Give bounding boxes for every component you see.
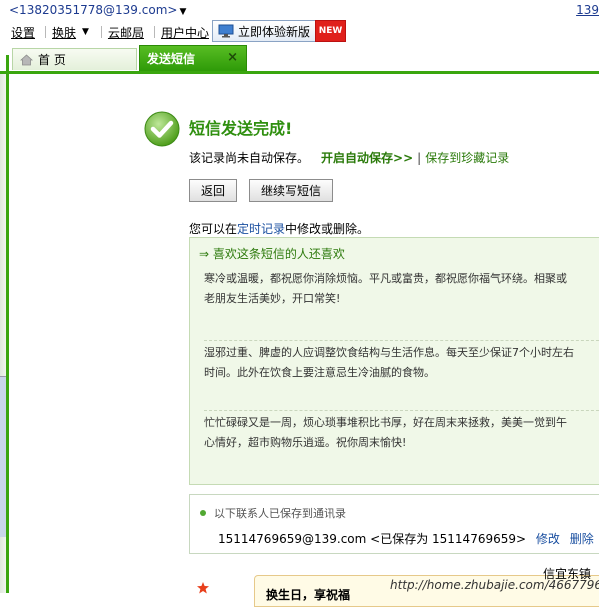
caret-down-icon[interactable]: ▼ [179,7,186,17]
dashed-divider [204,340,599,341]
tab-home[interactable]: 首 页 [12,48,137,70]
tab-underline [0,71,599,74]
left-border [6,55,9,593]
promo-card-text: 换生日，享祝福 [266,588,351,602]
divider [100,26,102,38]
divider [45,26,47,38]
saved-contacts-heading: 以下联系人已保存到通讯录 [200,505,346,521]
saved-contacts-box: 以下联系人已保存到通讯录 15114769659@139.com <已保存为 1… [189,494,599,554]
edit-note: 您可以在定时记录中修改或删除。 [189,222,370,236]
try-new-version-button[interactable]: 立即体验新版 NEW [212,20,346,42]
success-title: 短信发送完成! [189,119,293,138]
divider [153,26,155,38]
tab-send-sms[interactable]: 发送短信 × [139,45,247,71]
close-icon[interactable]: × [227,50,238,65]
edit-contact-link[interactable]: 修改 [536,532,560,546]
enable-auto-save-link[interactable]: 开启自动保存>> [321,149,413,166]
left-scrollbar[interactable] [0,376,6,537]
scheduled-records-link[interactable]: 定时记录 [237,222,285,236]
check-circle-icon [144,111,180,147]
save-note: 该记录尚未自动保存。 [189,151,310,165]
menu-skin[interactable]: 换肤 [52,24,76,41]
tab-home-label: 首 页 [38,53,66,67]
tab-bar: 首 页 发送短信 × [0,45,599,71]
monitor-icon [218,24,234,38]
contact-entry: 15114769659@139.com <已保存为 15114769659> 修… [218,530,594,547]
menu-user-center[interactable]: 用户中心 [161,24,209,41]
delete-contact-link[interactable]: 删除 [570,532,594,546]
caret-down-icon[interactable]: ▼ [82,27,89,37]
watermark-text: http://home.zhubajie.com/4667796/ [390,578,599,592]
new-badge: NEW [315,20,346,42]
try-new-version-label: 立即体验新版 [238,24,311,39]
recommended-message[interactable]: 忙忙碌碌又是一周，烦心琐事堆积比书厚，好在周末来拯救，美美一觉到午 心情好，超市… [204,413,599,453]
contact-text: 15114769659@139.com <已保存为 15114769659> [218,532,527,546]
home-icon [20,53,33,65]
save-status-line: 该记录尚未自动保存。 开启自动保存>> | 保存到珍藏记录 [189,149,509,166]
star-icon [197,582,209,594]
recommendation-panel: ⇒ 喜欢这条短信的人还喜欢 寒冷或温暖，都祝愿你消除烦恼。平凡或富贵，都祝愿你福… [189,237,599,485]
bullet-icon [200,510,206,516]
top-menu: 设置 换肤 ▼ 云邮局 用户中心 [11,23,213,41]
account-email[interactable]: <13820351778@139.com> ▼ [9,3,186,17]
recommended-message[interactable]: 湿邪过重、脾虚的人应调整饮食结构与生活作息。每天至少保证7个小时左右 时间。此外… [204,343,599,383]
divider: | [417,150,422,165]
tab-send-sms-label: 发送短信 [147,52,196,66]
menu-settings[interactable]: 设置 [11,24,35,41]
menu-cloud-post[interactable]: 云邮局 [108,24,144,41]
top-right-link[interactable]: 139 [576,3,599,17]
save-to-favorites-link[interactable]: 保存到珍藏记录 [425,149,509,166]
continue-writing-button[interactable]: 继续写短信 [249,179,333,202]
recommended-message[interactable]: 寒冷或温暖，都祝愿你消除烦恼。平凡或富贵，都祝愿你福气环绕。相聚或 老朋友生活美… [204,269,599,309]
back-button[interactable]: 返回 [189,179,237,202]
recommendation-heading: ⇒ 喜欢这条短信的人还喜欢 [199,247,345,261]
dashed-divider [204,410,599,411]
